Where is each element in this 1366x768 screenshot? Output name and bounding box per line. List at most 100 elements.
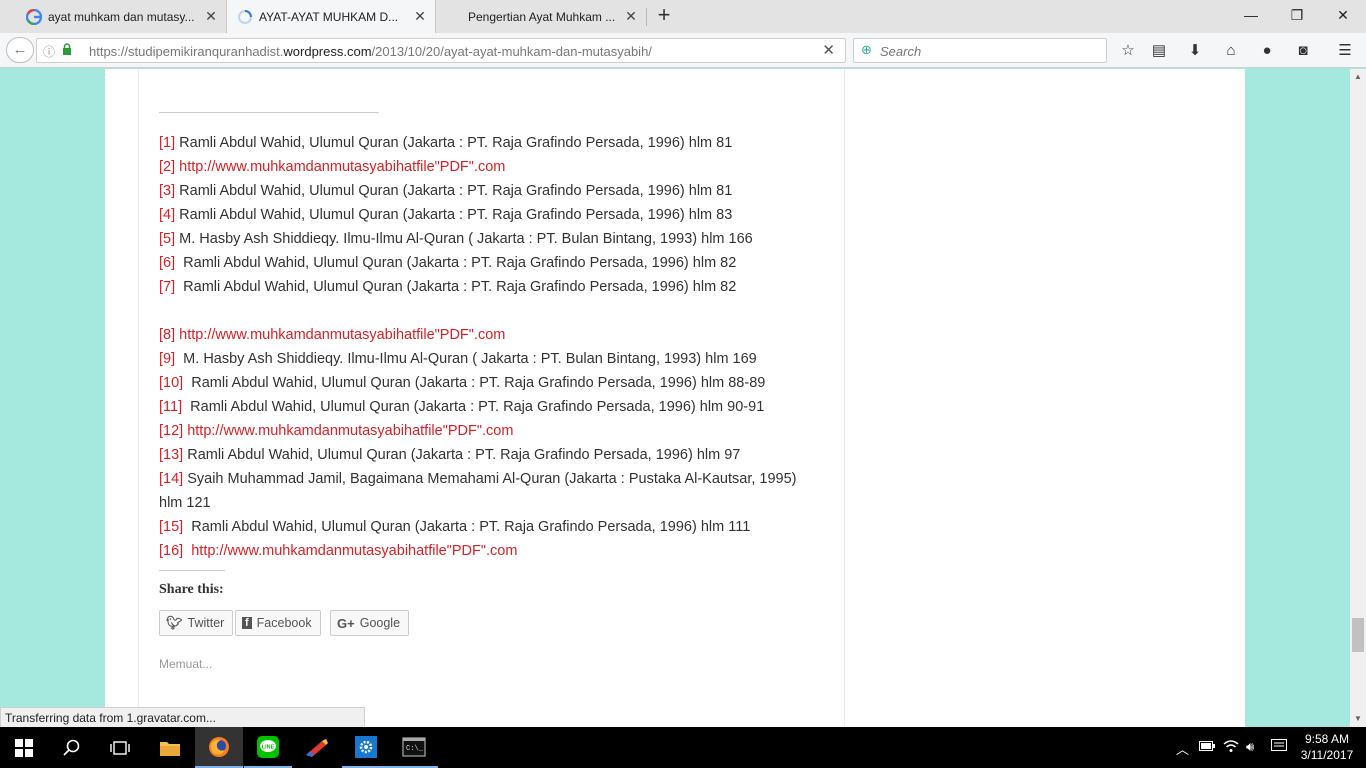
terminal-icon: C:\_ — [402, 736, 426, 757]
start-button[interactable] — [0, 727, 48, 768]
footnote-item: [7] Ramli Abdul Wahid, Ulumul Quran (Jak… — [159, 275, 809, 299]
search-taskbar-button[interactable] — [48, 727, 96, 768]
share-title: Share this: — [159, 582, 224, 597]
footnote-ref[interactable]: [8] — [159, 327, 175, 343]
notification-icon[interactable] — [1271, 739, 1287, 756]
footnote-text: Ramli Abdul Wahid, Ulumul Quran (Jakarta… — [175, 183, 733, 199]
paint-brush-icon — [306, 738, 328, 757]
wifi-icon[interactable] — [1223, 739, 1239, 756]
footnote-divider — [159, 112, 379, 113]
loading-icon — [237, 9, 253, 25]
share-facebook-label: Facebook — [256, 616, 312, 630]
footnote-ref[interactable]: [5] — [159, 231, 175, 247]
battery-icon[interactable] — [1199, 739, 1215, 754]
download-icon[interactable]: ⬇ — [1184, 40, 1206, 62]
menu-icon[interactable]: ☰ — [1334, 40, 1356, 62]
firefox-taskbar-button[interactable] — [195, 727, 243, 768]
scroll-down-arrow[interactable]: ▼ — [1350, 711, 1366, 727]
footnote-ref[interactable]: [3] — [159, 183, 175, 199]
new-tab-button[interactable]: + — [652, 4, 676, 28]
page-container: [1] Ramli Abdul Wahid, Ulumul Quran (Jak… — [105, 69, 1245, 727]
footnote-text: Syaih Muhammad Jamil, Bagaimana Memahami… — [159, 471, 797, 511]
footnote-ref[interactable]: [7] — [159, 279, 175, 295]
taskbar-clock[interactable]: 9:58 AM 3/11/2017 — [1297, 731, 1357, 763]
file-explorer-button[interactable] — [146, 727, 194, 768]
tab-title: Pengertian Ayat Muhkam ... — [468, 9, 616, 24]
restore-button[interactable]: ❐ — [1274, 0, 1320, 30]
line-app-button[interactable]: LINE — [244, 727, 292, 768]
page-viewport: [1] Ramli Abdul Wahid, Ulumul Quran (Jak… — [0, 69, 1350, 727]
footnote-link[interactable]: http://www.muhkamdanmutasyabihatfile"PDF… — [175, 327, 505, 343]
search-engine-icon[interactable]: ⊕ — [861, 42, 872, 58]
footnote-link[interactable]: http://www.muhkamdanmutasyabihatfile"PDF… — [183, 423, 513, 439]
clock-time: 9:58 AM — [1304, 732, 1350, 746]
command-prompt-button[interactable]: C:\_ — [390, 727, 438, 768]
tab-separator — [646, 8, 647, 26]
info-icon[interactable]: ⓘ — [43, 43, 55, 60]
footnote-item: [6] Ramli Abdul Wahid, Ulumul Quran (Jak… — [159, 251, 809, 275]
tab-pengertian[interactable]: Pengertian Ayat Muhkam ... ✕ — [436, 0, 646, 33]
facebook-icon: f — [242, 617, 252, 629]
share-twitter-button[interactable]: 🐦︎ Twitter — [159, 610, 234, 636]
url-bar[interactable]: ⓘ https://studipemikiranquranhadist.word… — [36, 38, 846, 63]
share-divider — [159, 570, 225, 571]
footnote-ref[interactable]: [13] — [159, 447, 183, 463]
close-tab-icon[interactable]: ✕ — [413, 9, 427, 23]
navigation-toolbar: ← ⓘ https://studipemikiranquranhadist.wo… — [0, 33, 1366, 68]
settings-app-button[interactable] — [342, 727, 390, 768]
volume-icon[interactable]: 🔊︎ — [1246, 739, 1254, 755]
search-bar[interactable]: ⊕ Search — [853, 38, 1107, 63]
task-view-button[interactable] — [96, 727, 144, 768]
chat-icon[interactable]: ● — [1256, 40, 1278, 62]
close-window-button[interactable]: ✕ — [1320, 0, 1366, 30]
footnote-ref[interactable]: [9] — [159, 351, 175, 367]
footnote-item: [9] M. Hasby Ash Shiddieqy. Ilmu-Ilmu Al… — [159, 347, 809, 371]
vertical-scrollbar[interactable]: ▲ ▼ — [1350, 69, 1366, 727]
tab-google-search[interactable]: ayat muhkam dan mutasy... ✕ — [16, 0, 226, 33]
footnote-ref[interactable]: [2] — [159, 159, 175, 175]
close-tab-icon[interactable]: ✕ — [624, 9, 638, 23]
footnote-item: [14] Syaih Muhammad Jamil, Bagaimana Mem… — [159, 467, 809, 515]
footnote-text: Ramli Abdul Wahid, Ulumul Quran (Jakarta… — [183, 375, 766, 391]
footnote-ref[interactable]: [14] — [159, 471, 183, 487]
footnote-item: [2] http://www.muhkamdanmutasyabihatfile… — [159, 155, 809, 179]
scroll-thumb[interactable] — [1352, 618, 1364, 652]
tab-strip: ayat muhkam dan mutasy... ✕ AYAT-AYAT MU… — [0, 0, 1366, 33]
pocket-icon[interactable]: ◙ — [1292, 40, 1314, 62]
footnote-ref[interactable]: [11] — [159, 399, 182, 415]
tab-ayat-muhkam[interactable]: AYAT-AYAT MUHKAM D... ✕ — [226, 0, 436, 33]
share-google-button[interactable]: G+ Google — [330, 610, 410, 636]
footnote-link[interactable]: http://www.muhkamdanmutasyabihatfile"PDF… — [183, 543, 517, 559]
blank-page-icon — [446, 9, 462, 25]
footnote-ref[interactable]: [12] — [159, 423, 183, 439]
paint-app-button[interactable] — [293, 727, 341, 768]
windows-logo-icon — [15, 738, 33, 757]
footnote-ref[interactable]: [6] — [159, 255, 175, 271]
footnote-ref[interactable]: [4] — [159, 207, 175, 223]
footnote-ref[interactable]: [16] — [159, 543, 183, 559]
share-facebook-button[interactable]: f Facebook — [235, 610, 321, 636]
footnote-text: M. Hasby Ash Shiddieqy. Ilmu-Ilmu Al-Qur… — [175, 351, 757, 367]
bookmark-star-icon[interactable]: ☆ — [1117, 40, 1139, 62]
windows-taskbar: LINE C:\_ ︿ 🔊︎ 9:58 AM 3/11/2017 — [0, 727, 1366, 768]
stop-loading-icon[interactable]: ✕ — [822, 41, 835, 59]
footnote-ref[interactable]: [15] — [159, 519, 183, 535]
url-domain: wordpress.com — [283, 44, 372, 59]
back-button[interactable]: ← — [6, 37, 34, 63]
chevron-up-icon[interactable]: ︿ — [1176, 739, 1189, 758]
close-tab-icon[interactable]: ✕ — [204, 9, 218, 23]
minimize-button[interactable]: — — [1228, 0, 1274, 30]
footnote-link[interactable]: http://www.muhkamdanmutasyabihatfile"PDF… — [175, 159, 505, 175]
footnote-text: Ramli Abdul Wahid, Ulumul Quran (Jakarta… — [175, 135, 733, 151]
reader-list-icon[interactable]: ▤ — [1148, 40, 1170, 62]
footnote-ref[interactable]: [10] — [159, 375, 183, 391]
line-icon: LINE — [257, 735, 279, 758]
post-content: [1] Ramli Abdul Wahid, Ulumul Quran (Jak… — [138, 69, 845, 727]
footnote-ref[interactable]: [1] — [159, 135, 175, 151]
clock-date: 3/11/2017 — [1300, 748, 1354, 762]
scroll-up-arrow[interactable]: ▲ — [1350, 69, 1366, 85]
task-view-icon — [110, 740, 130, 755]
home-icon[interactable]: ⌂ — [1220, 40, 1242, 62]
footnote-item: [5] M. Hasby Ash Shiddieqy. Ilmu-Ilmu Al… — [159, 227, 809, 251]
